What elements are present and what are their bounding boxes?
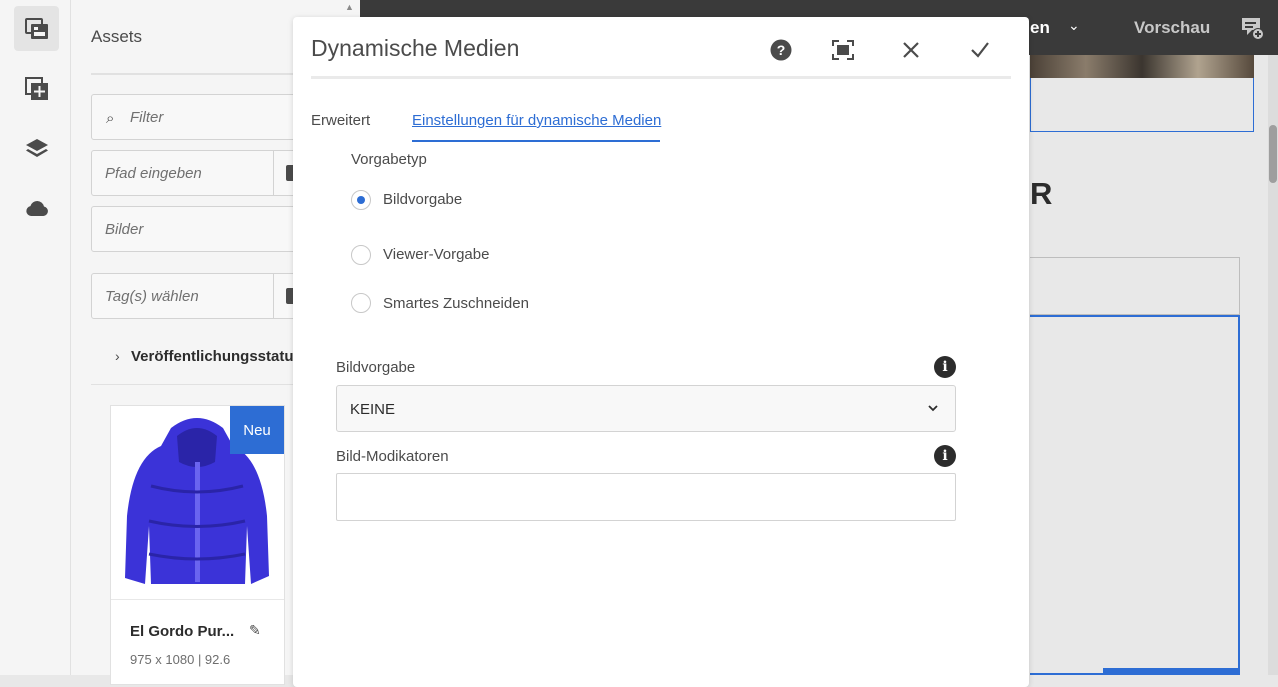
active-tab-indicator: [412, 140, 660, 142]
tab-dynamic-media-settings[interactable]: Einstellungen für dynamische Medien: [412, 112, 661, 129]
canvas-selected-component[interactable]: [1030, 315, 1240, 675]
info-icon[interactable]: i: [934, 356, 956, 378]
image-modifiers-label: Bild-Modikatoren: [336, 448, 449, 465]
image-modifiers-input[interactable]: [336, 473, 956, 521]
tab-advanced[interactable]: Erweitert: [311, 112, 370, 129]
canvas-component-frame[interactable]: [1030, 257, 1240, 315]
scrollbar-thumb[interactable]: [1269, 125, 1277, 183]
asset-meta: 975 x 1080 | 92.6: [130, 652, 231, 667]
fullscreen-button[interactable]: [830, 37, 856, 63]
image-preset-value: KEINE: [350, 401, 396, 418]
canvas-component-frame[interactable]: [1030, 78, 1254, 132]
radio-image-preset[interactable]: [351, 190, 371, 210]
divider: [311, 76, 1011, 79]
radio-label[interactable]: Bildvorgabe: [383, 191, 462, 208]
asset-card[interactable]: Neu El Gordo Pur... ✎ 975 x 1080 | 92.6: [110, 405, 285, 685]
close-button[interactable]: [898, 37, 924, 63]
asset-type-select[interactable]: Bilder: [91, 206, 311, 252]
chevron-down-icon: [928, 405, 938, 412]
checkmark-icon: [971, 42, 989, 58]
preview-button[interactable]: Vorschau: [1134, 18, 1210, 38]
scroll-up-arrow[interactable]: ▲: [345, 2, 354, 12]
help-button[interactable]: ?: [768, 37, 794, 63]
add-component-icon: [24, 76, 48, 100]
left-rail: [0, 0, 71, 675]
help-icon: ?: [770, 39, 792, 61]
component-toolbar[interactable]: [1103, 668, 1238, 675]
new-badge: Neu: [230, 406, 284, 454]
info-icon[interactable]: i: [934, 445, 956, 467]
dialog-title: Dynamische Medien: [311, 35, 520, 61]
path-placeholder: Pfad eingeben: [105, 165, 202, 182]
cloud-icon: [25, 200, 48, 216]
assets-icon: [24, 17, 48, 39]
annotate-icon[interactable]: [1240, 16, 1264, 40]
chevron-down-icon[interactable]: ⌄: [1068, 17, 1080, 34]
image-preset-label: Bildvorgabe: [336, 359, 416, 376]
publish-status-toggle[interactable]: Veröffentlichungsstatus: [131, 348, 302, 365]
pencil-icon[interactable]: ✎: [249, 622, 261, 639]
assets-rail-button[interactable]: [14, 6, 59, 51]
filter-placeholder: Filter: [130, 109, 164, 126]
close-icon: [903, 42, 919, 58]
components-rail-button[interactable]: [14, 66, 59, 111]
cloud-rail-button[interactable]: [14, 186, 59, 231]
tags-placeholder: Tag(s) wählen: [105, 288, 199, 305]
radio-smart-crop[interactable]: [351, 293, 371, 313]
layers-icon: [25, 138, 48, 157]
filter-input[interactable]: ⌕ Filter: [91, 94, 311, 140]
path-input[interactable]: Pfad eingeben: [91, 150, 311, 196]
radio-viewer-preset[interactable]: [351, 245, 371, 265]
divider: [111, 599, 284, 600]
panel-title: Assets: [91, 27, 143, 46]
dynamic-media-dialog: Dynamische Medien ? Erweitert Einstellun…: [293, 17, 1029, 687]
asset-type-value: Bilder: [105, 221, 144, 238]
search-icon: ⌕: [106, 110, 115, 127]
asset-title: El Gordo Pur...: [130, 623, 235, 640]
language-selector[interactable]: en: [1030, 18, 1050, 38]
canvas-heading[interactable]: R: [1030, 176, 1052, 212]
image-preset-select[interactable]: KEINE: [336, 385, 956, 432]
svg-text:?: ?: [777, 42, 786, 58]
tags-input[interactable]: Tag(s) wählen: [91, 273, 311, 319]
chevron-right-icon[interactable]: ›: [115, 348, 120, 364]
radio-label[interactable]: Viewer-Vorgabe: [383, 246, 489, 263]
canvas-image[interactable]: [1030, 55, 1254, 78]
confirm-button[interactable]: [967, 37, 993, 63]
radio-label[interactable]: Smartes Zuschneiden: [383, 295, 529, 312]
preset-type-label: Vorgabetyp: [351, 151, 427, 168]
content-tree-rail-button[interactable]: [14, 126, 59, 171]
fullscreen-icon: [832, 40, 854, 60]
